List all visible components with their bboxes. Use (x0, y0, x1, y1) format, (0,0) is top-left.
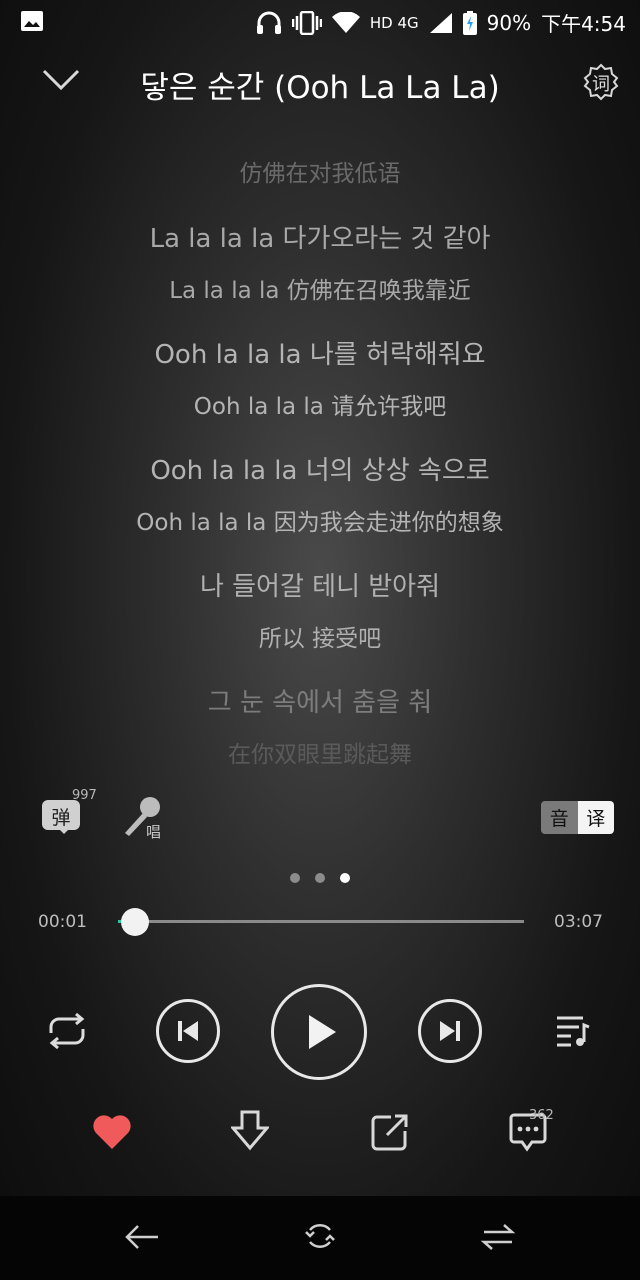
repeat-icon[interactable] (45, 1013, 89, 1049)
share-icon[interactable] (371, 1113, 409, 1151)
page-indicator (290, 873, 350, 883)
current-time: 00:01 (38, 912, 87, 932)
collapse-chevron-icon[interactable] (42, 68, 80, 92)
lyric-original: 그 눈 속에서 춤을 춰 (207, 688, 433, 718)
back-arrow-icon[interactable] (124, 1222, 160, 1252)
page-dot[interactable] (290, 873, 300, 883)
lyric-translation: 在你双眼里跳起舞 (228, 742, 412, 768)
lyric-translation: Ooh la la la 请允许我吧 (193, 394, 447, 420)
lyric-translation: 仿佛在对我低语 (239, 161, 401, 187)
danmaku-label: 弹 (51, 807, 71, 829)
home-icon[interactable] (302, 1218, 338, 1254)
signal-icon (429, 12, 452, 33)
battery-charging-icon (462, 10, 477, 35)
page-dot-active[interactable] (340, 873, 350, 883)
lyrics-language-toggle[interactable]: 音 译 (541, 801, 614, 834)
page-dot[interactable] (315, 873, 325, 883)
translation-lyrics-option[interactable]: 译 (577, 801, 614, 834)
lyric-translation: Ooh la la la 因为我会走进你的想象 (136, 510, 504, 536)
danmaku-count: 997 (72, 788, 97, 803)
comment-count: 362 (529, 1108, 554, 1123)
switch-apps-icon[interactable] (480, 1222, 516, 1252)
lyric-translation: 所以 接受吧 (258, 626, 382, 652)
battery-percent: 90% (486, 10, 532, 35)
gallery-notification-icon (21, 11, 43, 31)
progress-track[interactable] (118, 920, 524, 923)
total-time: 03:07 (554, 912, 603, 932)
skip-previous-icon (178, 1021, 198, 1041)
previous-button[interactable] (156, 999, 220, 1063)
download-icon[interactable] (231, 1110, 269, 1152)
network-type: HD 4G (369, 13, 419, 32)
sing-button[interactable]: 唱 (120, 795, 170, 841)
vibrate-icon (291, 10, 322, 35)
like-heart-icon[interactable] (92, 1114, 132, 1150)
lyrics-settings-button[interactable]: 词 (582, 63, 620, 101)
sing-label: 唱 (146, 823, 162, 841)
next-button[interactable] (418, 999, 482, 1063)
lyric-original: 나 들어갈 테니 받아줘 (199, 572, 441, 602)
song-title: 닿은 순간 (Ooh La La La) (140, 70, 500, 106)
lyric-original: Ooh la la la 나를 허락해줘요 (154, 340, 486, 370)
play-button[interactable] (271, 984, 367, 1080)
lyrics-settings-label: 词 (592, 74, 610, 95)
original-lyrics-option[interactable]: 音 (541, 801, 578, 834)
playlist-icon[interactable] (555, 1013, 591, 1049)
lyric-translation: La la la la 仿佛在召唤我靠近 (169, 278, 471, 304)
progress-thumb[interactable] (121, 908, 149, 936)
status-bar: HD 4G 90% 下午4:54 (0, 0, 640, 44)
lyric-original: La la la la 다가오라는 것 같아 (149, 224, 491, 254)
skip-next-icon (440, 1021, 460, 1041)
headphones-icon (256, 11, 281, 34)
lyrics-panel[interactable]: 仿佛在对我低语 La la la la 다가오라는 것 같아 La la la … (0, 120, 640, 780)
lyric-original: Ooh la la la 너의 상상 속으로 (150, 456, 490, 486)
system-navigation-bar (0, 1196, 640, 1280)
wifi-icon (331, 11, 360, 33)
clock: 下午4:54 (541, 12, 626, 36)
play-icon (309, 1015, 336, 1049)
